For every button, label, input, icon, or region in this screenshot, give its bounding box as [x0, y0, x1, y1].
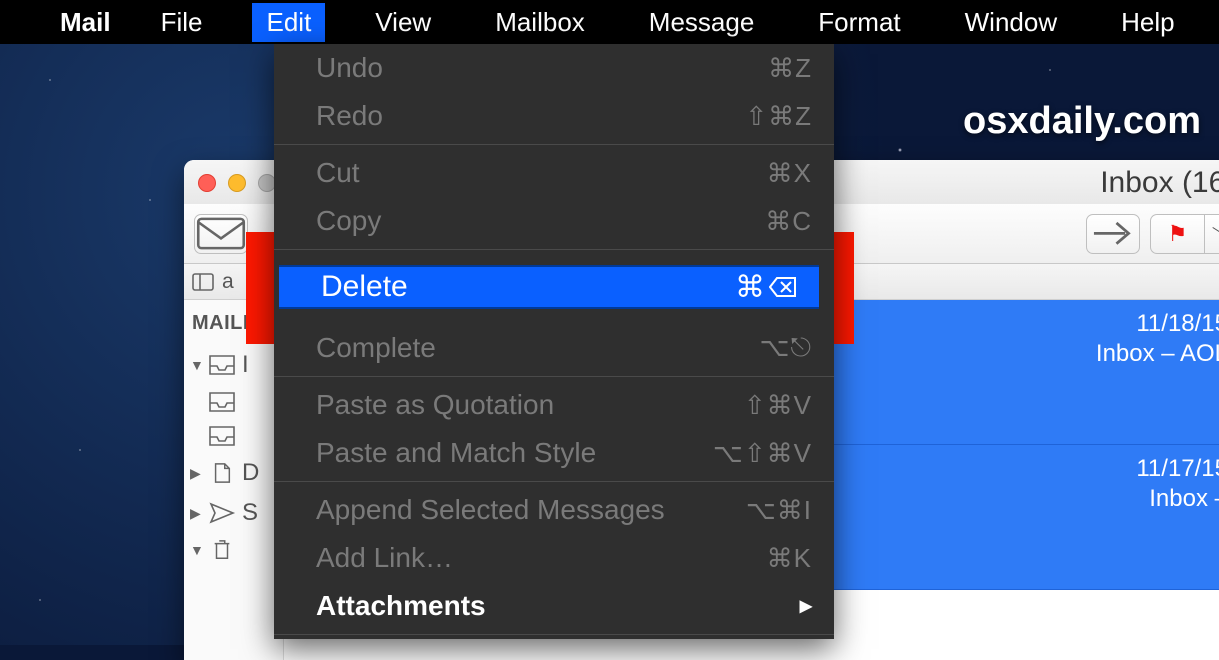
message-date: 11/18/15: [1136, 310, 1219, 338]
menubar-item-help[interactable]: Help: [1107, 3, 1188, 42]
window-traffic-lights: [198, 174, 276, 192]
menu-item-shortcut: ⌘K: [767, 543, 812, 574]
close-icon[interactable]: [198, 174, 216, 192]
menu-item-shortcut: ⌥⇧⌘V: [713, 438, 812, 469]
get-mail-button[interactable]: [194, 214, 248, 254]
edit-menu-dropdown: Undo ⌘Z Redo ⇧⌘Z Cut ⌘X Copy ⌘C Complete ⌥⎋ P…: [274, 44, 834, 639]
message-mailbox: Inbox – AOL: [1096, 340, 1219, 368]
menubar-item-message[interactable]: Message: [635, 3, 769, 42]
sidebar-item-trash[interactable]: ▼: [184, 533, 283, 567]
menu-separator: [274, 249, 834, 250]
menu-item-shortcut: ⇧⌘Z: [745, 101, 812, 132]
sidebar-item-drafts[interactable]: ▶D: [184, 453, 283, 493]
menu-item-redo[interactable]: Redo ⇧⌘Z: [274, 92, 834, 140]
menu-item-label: Append Selected Messages: [316, 494, 665, 526]
disclosure-triangle-icon[interactable]: ▼: [190, 542, 202, 558]
sidebar-item-inbox-child[interactable]: [184, 385, 283, 419]
menu-item-label: Undo: [316, 52, 383, 84]
menu-item-label: Complete: [316, 332, 436, 364]
menubar-item-format[interactable]: Format: [804, 3, 914, 42]
menu-item-paste-as-quotation[interactable]: Paste as Quotation ⇧⌘V: [274, 381, 834, 429]
menu-item-label: Cut: [316, 157, 360, 189]
menu-item-copy[interactable]: Copy ⌘C: [274, 197, 834, 245]
flag-dropdown-button[interactable]: ﹀: [1204, 214, 1219, 254]
disclosure-triangle-icon[interactable]: ▶: [190, 465, 202, 482]
menubar-item-window[interactable]: Window: [951, 3, 1071, 42]
menubar: Mail File Edit View Mailbox Message Form…: [0, 0, 1219, 44]
menu-item-shortcut: ⌘C: [765, 206, 812, 237]
menubar-item-view[interactable]: View: [361, 3, 445, 42]
menubar-item-mailbox[interactable]: Mailbox: [481, 3, 599, 42]
menu-item-add-link[interactable]: Add Link… ⌘K: [274, 534, 834, 582]
disclosure-triangle-icon[interactable]: ▶: [190, 505, 202, 522]
menubar-item-file[interactable]: File: [147, 3, 217, 42]
menu-item-label: Add Link…: [316, 542, 453, 574]
menu-item-shortcut: ⌘⌫ ⌘: [735, 270, 797, 305]
menubar-item-edit[interactable]: Edit: [252, 3, 325, 42]
delete-key-icon: [769, 276, 797, 298]
menu-item-attachments[interactable]: Attachments: [274, 582, 834, 630]
menu-item-shortcut: ⌥⎋: [759, 332, 812, 364]
sidebar-item-label: I: [242, 351, 249, 379]
menu-separator: [274, 144, 834, 145]
window-title: Inbox (162: [1100, 166, 1219, 200]
sidebar-toggle-icon[interactable]: [192, 273, 214, 291]
menu-item-shortcut: ⌘X: [767, 158, 812, 189]
menu-item-label: Redo: [316, 100, 383, 132]
sidebar-item-label: D: [242, 459, 259, 487]
chevron-down-icon: ﹀: [1212, 224, 1219, 244]
menu-item-label: Attachments: [316, 590, 486, 622]
menu-item-label: Paste and Match Style: [316, 437, 596, 469]
menu-separator: [274, 481, 834, 482]
menubar-app-name[interactable]: Mail: [60, 7, 111, 38]
minimize-icon[interactable]: [228, 174, 246, 192]
favorites-bar-text: a: [222, 270, 234, 294]
menu-item-label: Paste as Quotation: [316, 389, 554, 421]
menu-separator: [274, 634, 834, 635]
menu-item-shortcut: ⌥⌘I: [746, 495, 812, 526]
menu-item-label: Delete: [321, 270, 408, 304]
sidebar-item-sent[interactable]: ▶S: [184, 493, 283, 533]
forward-button[interactable]: [1086, 214, 1140, 254]
menu-item-complete[interactable]: Complete ⌥⎋: [274, 324, 834, 372]
sidebar-item-label: S: [242, 499, 258, 527]
sidebar: Mailb ▼I ▶D ▶S ▼: [184, 300, 284, 660]
menu-item-undo[interactable]: Undo ⌘Z: [274, 44, 834, 92]
flag-icon: ⚑: [1168, 221, 1188, 247]
menu-item-shortcut: ⌘Z: [768, 53, 812, 84]
flag-button-group: ⚑ ﹀: [1150, 214, 1219, 254]
menu-item-shortcut: ⇧⌘V: [744, 390, 812, 421]
disclosure-triangle-icon[interactable]: ▼: [190, 357, 202, 373]
sidebar-item-inbox-child[interactable]: [184, 419, 283, 453]
menu-item-delete[interactable]: Delete ⌘⌫ ⌘: [279, 265, 819, 309]
menu-item-append-selected[interactable]: Append Selected Messages ⌥⌘I: [274, 486, 834, 534]
message-mailbox: Inbox –: [1149, 485, 1219, 513]
watermark-text: osxdaily.com: [963, 100, 1201, 143]
sidebar-item-inbox[interactable]: ▼I: [184, 345, 283, 385]
menu-item-label: Copy: [316, 205, 381, 237]
flag-button[interactable]: ⚑: [1150, 214, 1204, 254]
menu-item-paste-match-style[interactable]: Paste and Match Style ⌥⇧⌘V: [274, 429, 834, 477]
menu-separator: [274, 376, 834, 377]
menu-item-cut[interactable]: Cut ⌘X: [274, 149, 834, 197]
message-date: 11/17/15: [1136, 455, 1219, 483]
